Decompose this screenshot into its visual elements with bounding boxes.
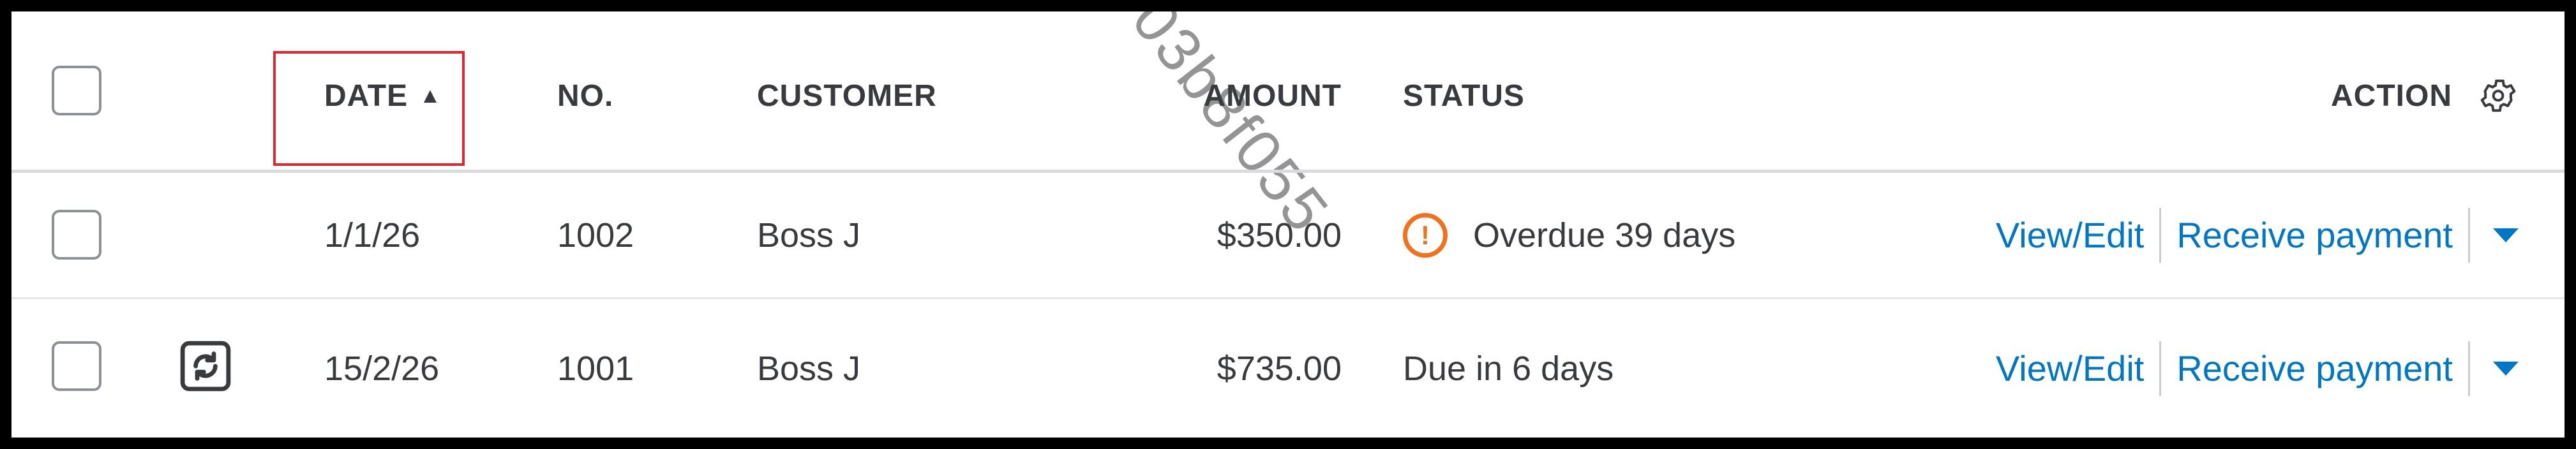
receive-payment-link[interactable]: Receive payment <box>2176 348 2453 389</box>
action-divider <box>2468 207 2470 263</box>
row-status: Due in 6 days <box>1403 299 1614 438</box>
sort-ascending-icon: ▲ <box>419 83 442 108</box>
row-status-text: Overdue 39 days <box>1473 216 1736 254</box>
column-header-action-label: ACTION <box>2331 78 2452 113</box>
action-divider <box>2159 341 2162 396</box>
table-row: 1/1/26 1002 Boss J $350.00 ! Overdue 39 … <box>11 173 2565 299</box>
action-divider <box>2468 341 2470 396</box>
row-actions: View/Edit Receive payment <box>1996 299 2519 438</box>
row-date: 1/1/26 <box>324 216 421 254</box>
table-row: 15/2/26 1001 Boss J $735.00 Due in 6 day… <box>11 299 2565 438</box>
column-header-no[interactable]: NO. <box>557 17 613 175</box>
row-checkbox[interactable] <box>52 210 101 260</box>
row-number: 1001 <box>557 349 634 388</box>
column-header-action: ACTION <box>2331 17 2519 175</box>
receive-payment-link[interactable]: Receive payment <box>2176 214 2453 256</box>
row-actions: View/Edit Receive payment <box>1996 173 2519 297</box>
recurring-icon <box>180 341 231 392</box>
row-customer: Boss J <box>757 349 861 388</box>
exclamation-circle-icon: ! <box>1403 212 1448 258</box>
column-header-date[interactable]: DATE ▲ <box>324 17 442 175</box>
column-header-customer[interactable]: CUSTOMER <box>757 17 937 175</box>
action-divider <box>2159 207 2162 263</box>
table-header-row: DATE ▲ NO. CUSTOMER AMOUNT STATUS ACTION <box>11 11 2565 173</box>
row-checkbox[interactable] <box>52 341 101 391</box>
column-header-amount[interactable]: AMOUNT <box>1097 17 1342 175</box>
view-edit-link[interactable]: View/Edit <box>1996 214 2144 256</box>
select-all-checkbox[interactable] <box>52 66 101 115</box>
row-amount: $350.00 <box>1217 216 1342 254</box>
row-status: ! Overdue 39 days <box>1403 173 1735 297</box>
row-customer: Boss J <box>757 216 861 254</box>
row-amount: $735.00 <box>1217 349 1342 388</box>
row-status-text: Due in 6 days <box>1403 349 1614 388</box>
more-actions-dropdown-icon[interactable] <box>2493 361 2519 376</box>
gear-icon[interactable] <box>2478 75 2519 116</box>
view-edit-link[interactable]: View/Edit <box>1996 348 2144 389</box>
column-header-date-label: DATE <box>324 78 408 113</box>
row-number: 1002 <box>557 216 634 254</box>
more-actions-dropdown-icon[interactable] <box>2493 228 2519 242</box>
row-date: 15/2/26 <box>324 349 440 388</box>
column-header-status[interactable]: STATUS <box>1403 17 1525 175</box>
invoice-table-frame: 03b8f055 DATE ▲ NO. CUSTOMER AMOUNT STAT… <box>0 0 2576 449</box>
